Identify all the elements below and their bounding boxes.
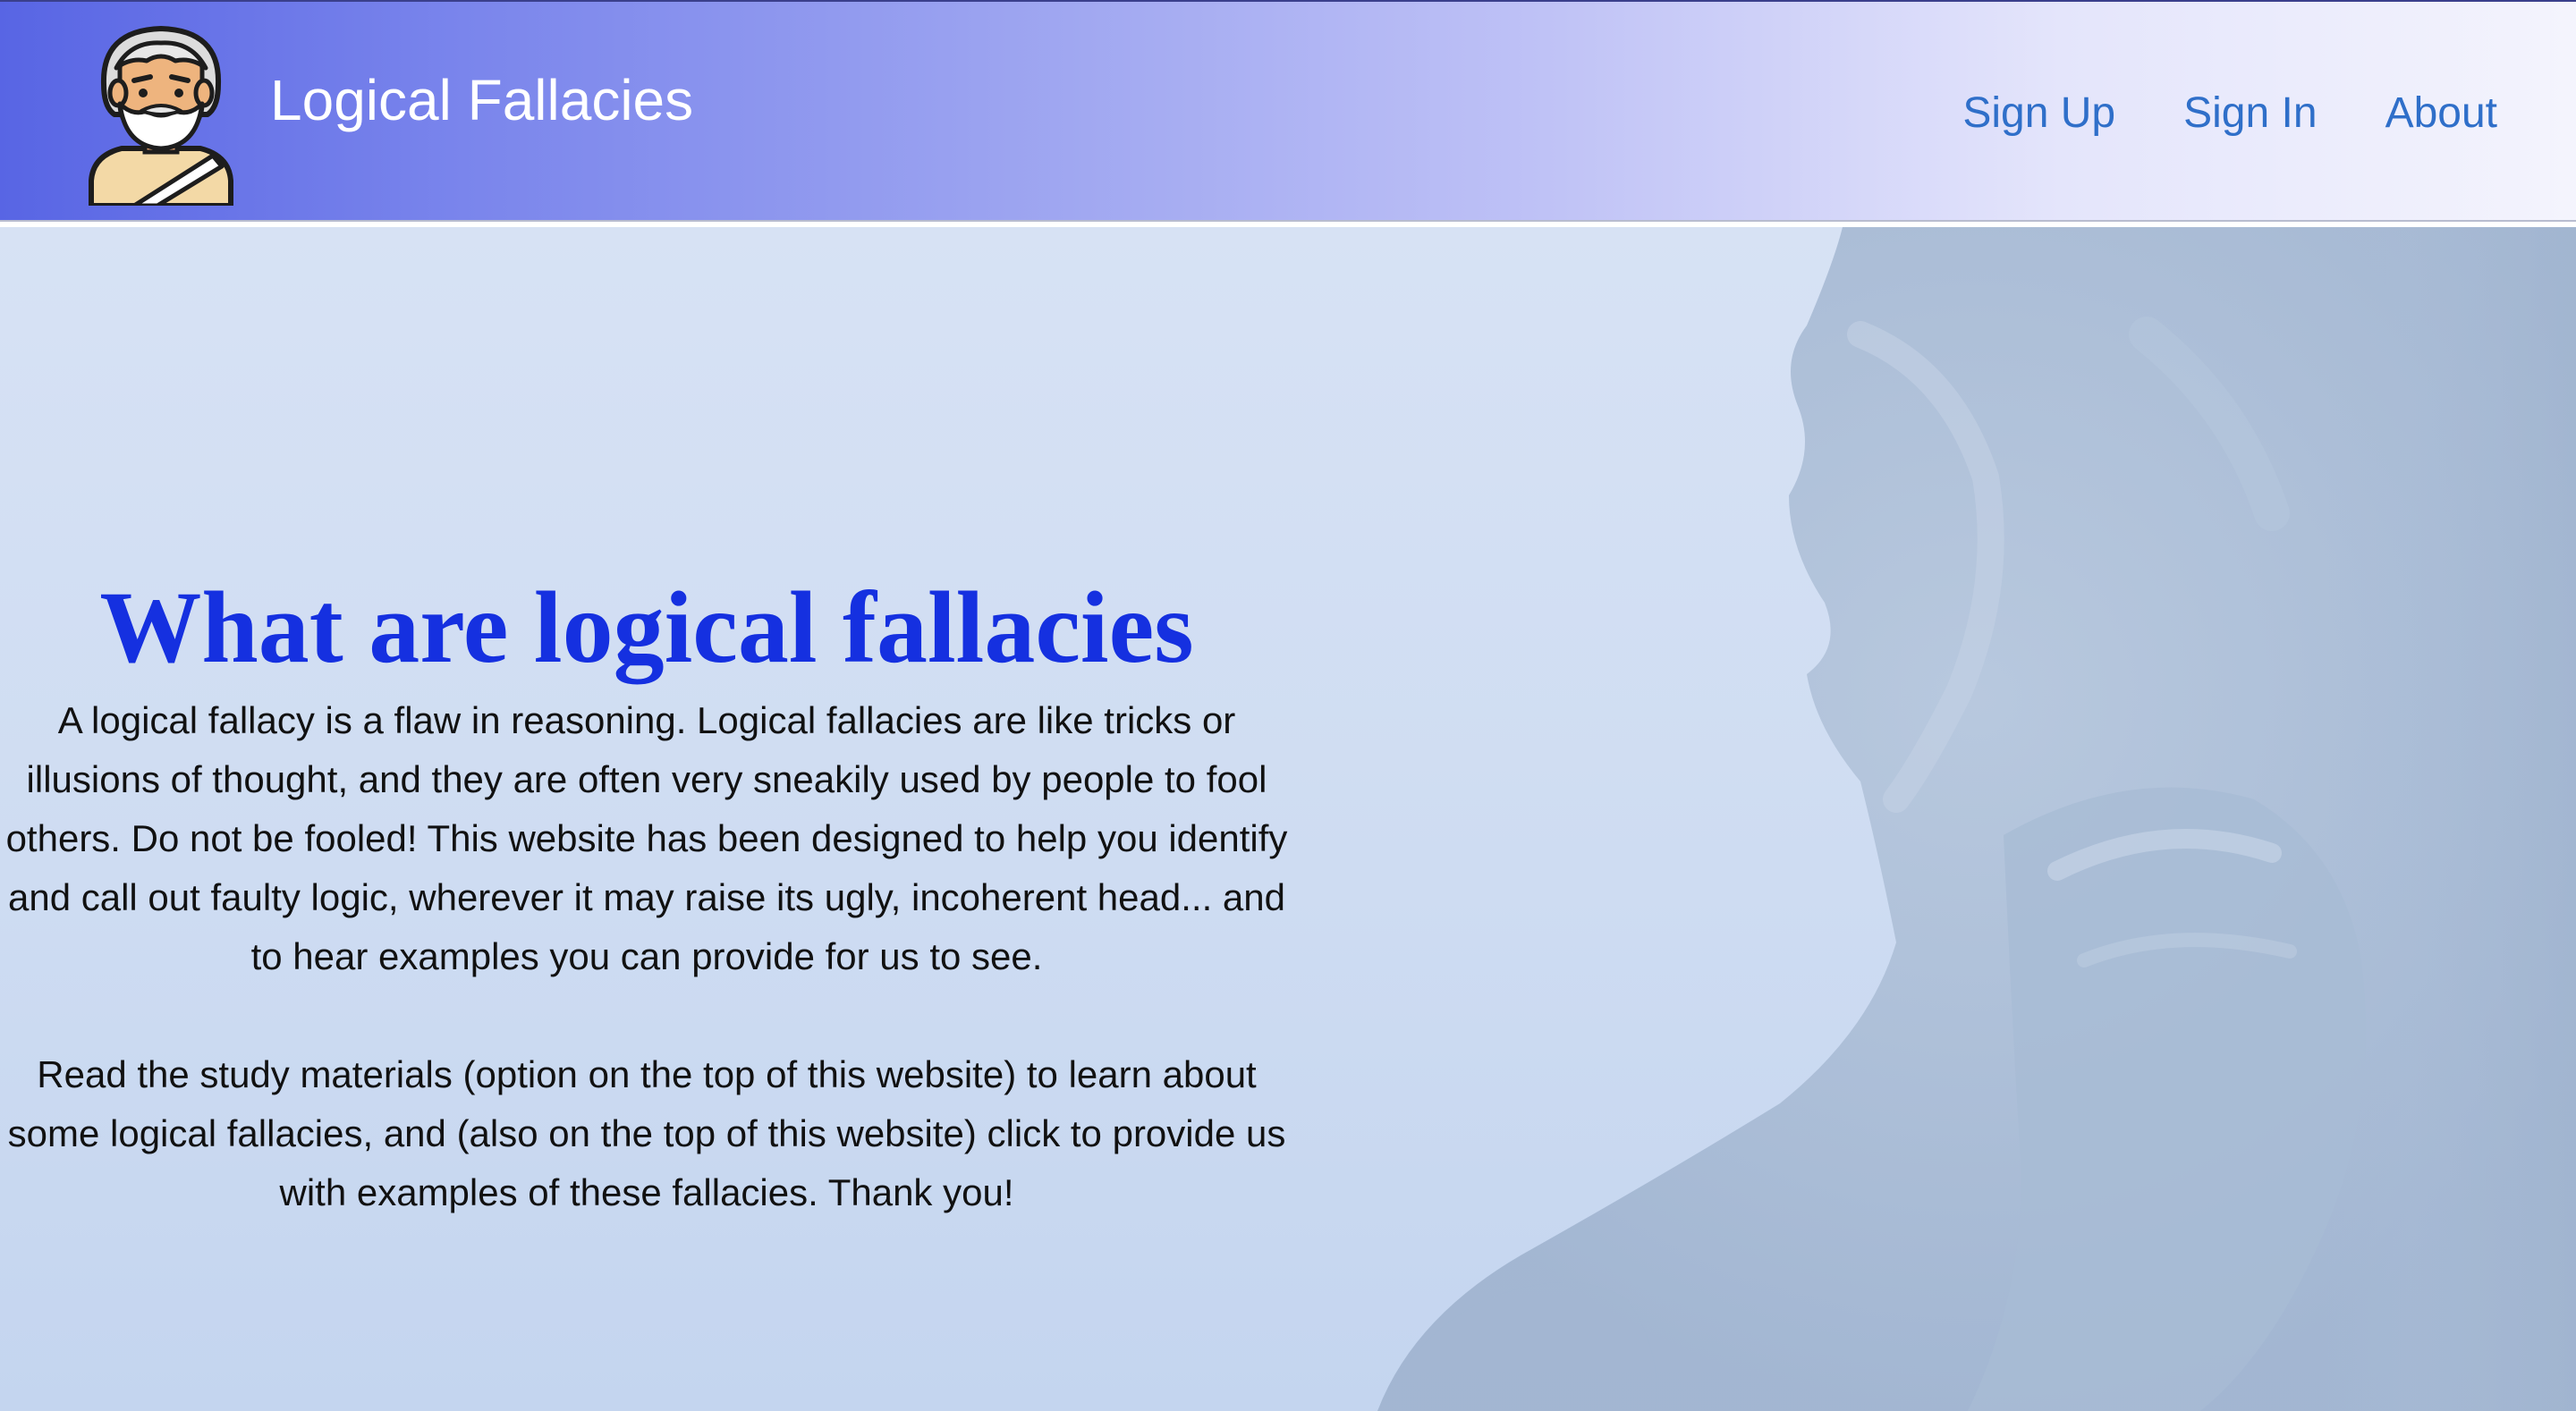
- nav-links: Sign Up Sign In About: [1962, 88, 2497, 139]
- page-title: What are logical fallacies: [99, 570, 1194, 684]
- sign-in-link[interactable]: Sign In: [2183, 88, 2317, 139]
- about-link[interactable]: About: [2385, 88, 2497, 139]
- hero-section: What are logical fallacies A logical fal…: [0, 227, 2576, 1411]
- intro-paragraph: A logical fallacy is a flaw in reasoning…: [5, 698, 1288, 977]
- sign-up-link[interactable]: Sign Up: [1962, 88, 2115, 139]
- philosopher-avatar-icon[interactable]: [86, 21, 236, 208]
- instructions-paragraph: Read the study materials (option on the …: [7, 1052, 1286, 1213]
- navbar: Logical Fallacies Sign Up Sign In About: [0, 0, 2576, 222]
- site-brand[interactable]: Logical Fallacies: [270, 66, 693, 135]
- intro-content: What are logical fallacies A logical fal…: [0, 567, 1293, 1222]
